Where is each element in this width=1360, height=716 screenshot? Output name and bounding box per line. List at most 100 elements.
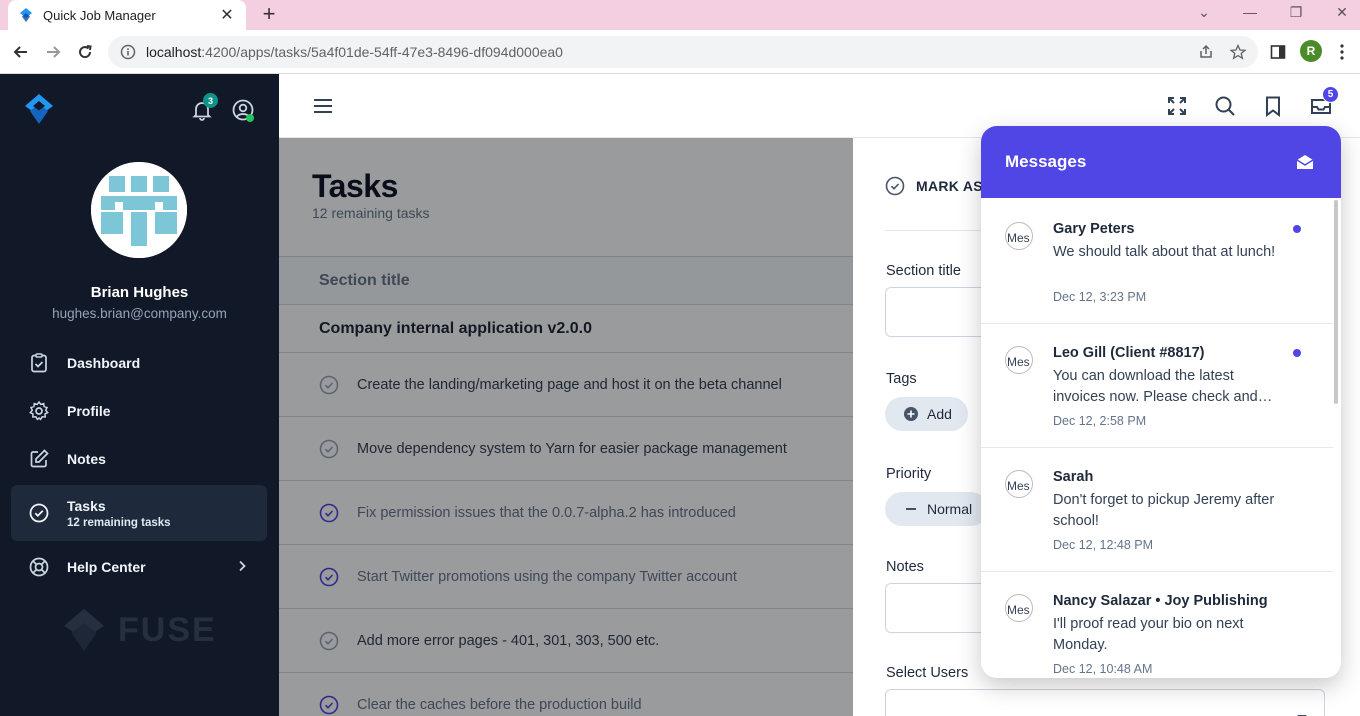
message-text: We should talk about that at lunch!	[1053, 244, 1276, 260]
user-name: Brian Hughes	[90, 284, 189, 301]
identicon-image	[91, 162, 187, 258]
browser-tab[interactable]: Quick Job Manager ✕	[8, 0, 246, 30]
online-status-dot	[246, 114, 254, 122]
tab-search-chevron-icon[interactable]: ⌄	[1192, 4, 1216, 21]
back-arrow-icon	[13, 46, 27, 58]
unread-dot[interactable]	[1293, 349, 1301, 357]
message-sender: Leo Gill (Client #8817)	[1053, 345, 1205, 361]
fuse-watermark: FUSE	[60, 606, 217, 654]
menu-hamburger-icon[interactable]	[312, 95, 334, 117]
messages-button[interactable]: 5	[1309, 86, 1339, 118]
message-avatar: Mes	[1005, 470, 1033, 498]
fuse-watermark-text: FUSE	[118, 610, 217, 649]
message-time: Dec 12, 2:58 PM	[1053, 414, 1147, 428]
site-info-icon[interactable]	[120, 44, 136, 60]
forward-arrow-icon	[47, 46, 61, 58]
browser-toolbar: localhost:4200/apps/tasks/5a4f01de-54ff-…	[0, 30, 1360, 74]
url-text: localhost:4200/apps/tasks/5a4f01de-54ff-…	[146, 44, 563, 60]
mark-as-complete-button[interactable]: MARK AS	[885, 176, 983, 196]
add-tag-button[interactable]: Add	[885, 397, 968, 431]
nav-item-tasks[interactable]: Tasks 12 remaining tasks	[11, 485, 267, 541]
bookmark-star-icon[interactable]	[1228, 42, 1248, 62]
nav-label: Help Center	[67, 559, 146, 575]
close-window-button[interactable]: ✕	[1330, 4, 1354, 21]
user-menu-button[interactable]	[231, 98, 255, 122]
message-item[interactable]: Mes Leo Gill (Client #8817) You can down…	[981, 324, 1333, 448]
message-sender: Sarah	[1053, 469, 1094, 485]
side-panel-icon	[1270, 45, 1286, 59]
tab-title: Quick Job Manager	[43, 7, 156, 23]
user-avatar	[91, 162, 187, 258]
plus-circle-icon	[903, 406, 919, 422]
message-text: You can download the latest invoices now…	[1053, 368, 1273, 405]
message-avatar: Mes	[1005, 346, 1033, 374]
messages-scrollbar[interactable]	[1334, 200, 1338, 404]
nav-label: Tasks	[67, 497, 106, 514]
unread-dot[interactable]	[1293, 225, 1301, 233]
minimize-button[interactable]: —	[1238, 4, 1262, 20]
messages-title: Messages	[1005, 152, 1087, 171]
message-item[interactable]: Mes Nancy Salazar • Joy Publishing I'll …	[981, 572, 1333, 678]
address-bar[interactable]: localhost:4200/apps/tasks/5a4f01de-54ff-…	[108, 36, 1258, 68]
restore-button[interactable]: ❐	[1284, 4, 1308, 21]
priority-value: Normal	[927, 501, 973, 517]
fuse-watermark-logo-icon	[64, 608, 104, 652]
fuse-logo-icon[interactable]	[22, 92, 56, 126]
message-text: I'll proof read your bio on next Monday.	[1053, 616, 1244, 653]
browser-profile-avatar[interactable]: R	[1300, 40, 1322, 62]
message-avatar: Mes	[1005, 222, 1033, 250]
mark-all-read-icon[interactable]	[1295, 152, 1315, 172]
nav-item-text: Tasks 12 remaining tasks	[67, 498, 171, 529]
section-title-label: Section title	[886, 263, 961, 279]
message-text: Don't forget to pickup Jeremy after scho…	[1053, 492, 1275, 529]
chevron-right-icon	[239, 560, 246, 572]
select-users-label: Select Users	[886, 665, 969, 681]
mark-as-label: MARK AS	[916, 178, 983, 194]
notes-label: Notes	[886, 559, 924, 575]
side-panel-button[interactable]	[1266, 40, 1290, 64]
priority-selector[interactable]: Normal	[885, 492, 989, 526]
message-time: Dec 12, 3:23 PM	[1053, 290, 1147, 304]
messages-panel: Messages Mes Gary Peters We should talk …	[981, 126, 1341, 678]
message-avatar: Mes	[1005, 594, 1033, 622]
search-icon[interactable]	[1213, 94, 1237, 118]
share-icon[interactable]	[1196, 42, 1216, 62]
select-users-dropdown[interactable]	[885, 689, 1325, 716]
nav-item-notes[interactable]: Notes	[11, 437, 267, 481]
browser-tab-strip: Quick Job Manager ✕ + ⌄ — ❐ ✕	[0, 0, 1360, 30]
reload-button[interactable]	[73, 40, 97, 64]
notification-count-badge: 3	[203, 93, 218, 108]
message-item[interactable]: Mes Sarah Don't forget to pickup Jeremy …	[981, 448, 1333, 572]
back-button[interactable]	[9, 40, 33, 64]
nav-label: Profile	[67, 403, 111, 419]
nav-subtitle: 12 remaining tasks	[67, 516, 171, 529]
priority-label: Priority	[886, 466, 932, 482]
message-time: Dec 12, 12:48 PM	[1053, 538, 1154, 552]
tab-close-icon[interactable]: ✕	[218, 5, 236, 25]
minus-icon	[903, 501, 919, 517]
gear-icon	[27, 399, 51, 423]
bookmark-icon[interactable]	[1261, 94, 1285, 118]
message-sender: Nancy Salazar • Joy Publishing	[1053, 593, 1268, 609]
new-tab-button[interactable]: +	[258, 3, 280, 25]
drawer-backdrop[interactable]	[279, 138, 853, 716]
fullscreen-icon[interactable]	[1165, 94, 1189, 118]
messages-header: Messages	[981, 126, 1341, 198]
nav-label: Notes	[67, 451, 106, 467]
user-email: hughes.brian@company.com	[52, 306, 227, 321]
browser-menu-icon[interactable]	[1330, 40, 1354, 64]
notifications-button[interactable]: 3	[190, 93, 218, 122]
clipboard-check-icon	[27, 351, 51, 375]
check-circle-icon	[885, 176, 905, 196]
nav-item-help-center[interactable]: Help Center	[11, 545, 267, 589]
app-favicon-icon	[20, 8, 32, 22]
reload-icon	[79, 45, 92, 59]
nav-item-dashboard[interactable]: Dashboard	[11, 341, 267, 385]
nav-item-profile[interactable]: Profile	[11, 389, 267, 433]
message-sender: Gary Peters	[1053, 221, 1135, 237]
nav-label: Dashboard	[67, 355, 141, 371]
messages-count-badge: 5	[1322, 86, 1339, 103]
forward-button[interactable]	[41, 40, 65, 64]
message-item[interactable]: Mes Gary Peters We should talk about tha…	[981, 200, 1333, 324]
check-circle-icon	[27, 501, 51, 525]
